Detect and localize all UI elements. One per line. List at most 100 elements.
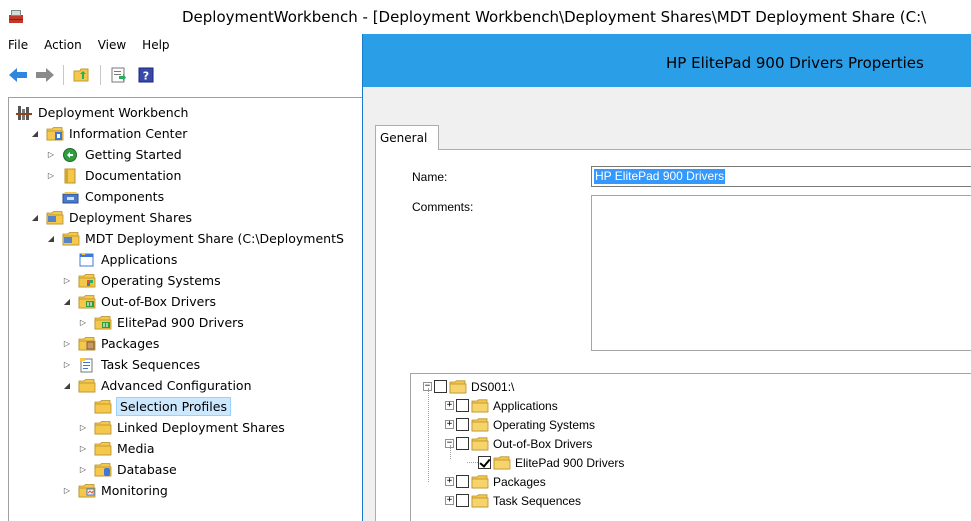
svg-text:?: ? [143,70,149,83]
tree-collapse-icon[interactable]: ◢ [30,213,40,223]
folder-icon [94,399,112,415]
tree-item-label: Out-of-Box Drivers [101,294,217,309]
tree-expand-icon[interactable]: ▷ [78,465,88,475]
tree-item-label: MDT Deployment Share (C:\DeploymentS [85,231,344,246]
drivers-folder-icon [78,294,96,310]
general-tab-page: Name: HP ElitePad 900 Drivers Comments: … [375,149,971,521]
profile-tree-label: Operating Systems [493,417,596,432]
folder-icon [471,493,489,508]
tree-item[interactable]: ▷ Database [78,459,177,480]
toolbar-separator [100,65,101,85]
tree-item[interactable]: ◢ Information Center [30,123,187,144]
folder-icon [78,378,96,394]
profile-tree-label: Out-of-Box Drivers [493,436,593,451]
tree-expand-icon[interactable]: + [445,401,454,410]
tree-expand-icon[interactable]: ▷ [46,150,56,160]
tab-general[interactable]: General [375,125,439,150]
profile-tree-label: Task Sequences [493,493,582,508]
tree-item[interactable]: Components [46,186,164,207]
tree-item-label: Database [117,462,177,477]
tree-item[interactable]: ▷ ElitePad 900 Drivers [78,312,244,333]
applications-icon [78,252,96,268]
task-sequence-icon [78,357,96,373]
forward-button[interactable] [33,63,57,87]
tree-collapse-icon[interactable]: ◢ [30,129,40,139]
tree-item[interactable]: Applications [62,249,177,270]
tree-item[interactable]: ▷ Getting Started [46,144,182,165]
folder-icon [94,420,112,436]
tree-expand-icon[interactable]: ▷ [46,171,56,181]
menu-bar: File Action View Help [0,34,362,56]
tree-expand-icon[interactable]: ▷ [78,444,88,454]
tree-expand-icon[interactable]: ▷ [62,360,72,370]
tree-item[interactable]: ◢ Out-of-Box Drivers [62,291,216,312]
green-circle-icon [62,147,80,163]
os-folder-icon [78,273,96,289]
profile-tree-label: ElitePad 900 Drivers [515,455,625,470]
tree-item[interactable]: ▷ Documentation [46,165,181,186]
up-level-button[interactable] [70,63,94,87]
tree-item-label: Documentation [85,168,182,183]
profile-checkbox[interactable] [456,399,469,412]
profile-tree-item[interactable]: + Applications [445,396,558,415]
profile-checkbox[interactable] [478,456,491,469]
tree-expand-icon[interactable]: ▷ [62,339,72,349]
profile-tree-item[interactable]: − DS001:\ [423,377,514,396]
profile-tree-item[interactable]: ElitePad 900 Drivers [467,453,624,472]
tree-item[interactable]: ▷ Linked Deployment Shares [78,417,285,438]
tree-item[interactable]: ▷ Media [78,438,155,459]
profile-checkbox[interactable] [456,475,469,488]
tree-item-label: Operating Systems [101,273,221,288]
help-button[interactable]: ? [134,63,158,87]
profile-checkbox[interactable] [456,494,469,507]
menu-action[interactable]: Action [36,34,90,56]
tree-expand-icon[interactable]: ▷ [78,423,88,433]
tree-item[interactable]: ▷ Packages [62,333,159,354]
back-button[interactable] [6,63,30,87]
tree-item-label: Information Center [69,126,188,141]
tree-expand-icon[interactable]: + [445,477,454,486]
profile-tree-item[interactable]: − Out-of-Box Drivers [445,434,592,453]
profile-checkbox[interactable] [434,380,447,393]
menu-help[interactable]: Help [134,34,177,56]
tree-item[interactable]: ◢ MDT Deployment Share (C:\DeploymentS [46,228,344,249]
navigation-tree[interactable]: Deployment Workbench ◢ Information Center ▷… [8,97,363,521]
book-icon [62,168,80,184]
tree-expand-icon[interactable]: + [445,420,454,429]
comments-label: Comments: [412,200,474,214]
tree-collapse-icon[interactable]: ◢ [46,234,56,244]
export-list-button[interactable] [107,63,131,87]
selection-profile-tree[interactable]: − DS001:\ + Applications + Operating Systems −… [410,373,971,521]
dialog-title-bar[interactable]: HP ElitePad 900 Drivers Properties [363,34,971,87]
tree-expand-icon[interactable]: ▷ [62,276,72,286]
profile-tree-item[interactable]: + Task Sequences [445,491,581,510]
tree-item[interactable]: ▷ Operating Systems [62,270,221,291]
profile-tree-item[interactable]: + Operating Systems [445,415,595,434]
tree-item-label: ElitePad 900 Drivers [117,315,244,330]
up-folder-icon [73,68,89,82]
folder-icon [449,379,467,394]
tree-collapse-icon[interactable]: ◢ [62,381,72,391]
tree-collapse-icon[interactable]: ◢ [62,297,72,307]
app-icon[interactable] [8,8,24,24]
menu-file[interactable]: File [0,34,36,56]
profile-checkbox[interactable] [456,437,469,450]
tree-item[interactable]: ▷ Task Sequences [62,354,200,375]
tree-expand-icon[interactable]: ▷ [78,318,88,328]
tree-item[interactable]: ◢ Deployment Shares [30,207,192,228]
tree-item[interactable]: Deployment Workbench [15,102,188,123]
profile-tree-item[interactable]: + Packages [445,472,546,491]
profile-checkbox[interactable] [456,418,469,431]
comments-textarea[interactable] [591,195,971,351]
tree-item[interactable]: ◢ Advanced Configuration [62,375,252,396]
name-input[interactable]: HP ElitePad 900 Drivers [591,166,971,187]
tree-item[interactable]: Selection Profiles [78,396,231,417]
tree-item[interactable]: ▷ Monitoring [62,480,168,501]
tree-expand-icon[interactable]: ▷ [62,486,72,496]
tree-connector [467,462,478,463]
folder-icon [471,417,489,432]
tree-expand-icon[interactable]: + [445,496,454,505]
title-bar[interactable]: DeploymentWorkbench - [Deployment Workbe… [0,0,971,34]
menu-view[interactable]: View [90,34,134,56]
